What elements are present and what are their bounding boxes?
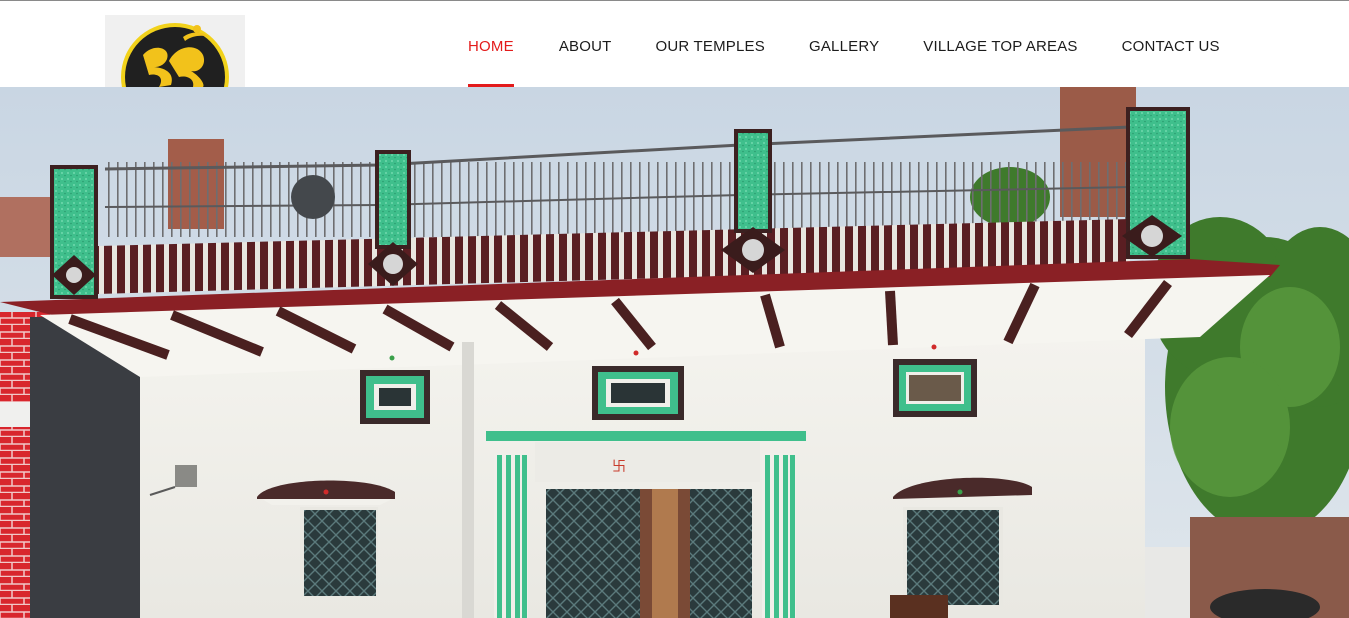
nav-item-contact-us[interactable]: CONTACT US: [1122, 1, 1220, 87]
nav-item-our-temples[interactable]: OUR TEMPLES: [656, 1, 765, 87]
nav-item-about[interactable]: ABOUT: [559, 1, 612, 87]
om-icon: [121, 23, 229, 87]
nav-item-gallery[interactable]: GALLERY: [809, 1, 879, 87]
main-nav: HOME ABOUT OUR TEMPLES GALLERY VILLAGE T…: [468, 1, 1220, 87]
site-logo[interactable]: [105, 15, 245, 87]
village-house-photo: 卐: [0, 87, 1349, 618]
nav-item-home[interactable]: HOME: [468, 1, 514, 87]
hero-banner: 卐: [0, 87, 1349, 618]
svg-text:卐: 卐: [612, 459, 626, 475]
nav-item-village-top-areas[interactable]: VILLAGE TOP AREAS: [923, 1, 1077, 87]
